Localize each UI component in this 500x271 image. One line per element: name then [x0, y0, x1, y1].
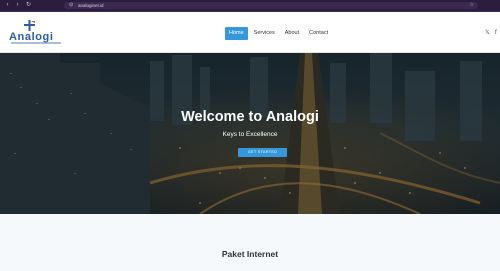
nav-item-services[interactable]: Services — [250, 27, 279, 40]
logo-underline — [11, 42, 61, 44]
hero-section: Welcome to Analogi Keys to Excellence GE… — [0, 53, 500, 214]
facebook-icon[interactable]: f — [495, 28, 497, 38]
reload-icon[interactable]: ↻ — [25, 2, 32, 9]
nav-item-home[interactable]: Home — [225, 27, 248, 40]
address-bar[interactable]: ⊙ analoginet.id ☆ — [64, 2, 478, 9]
nav-item-contact[interactable]: Contact — [305, 27, 332, 40]
nav-item-about[interactable]: About — [281, 27, 303, 40]
site-header: Analogi Home Services About Contact 𝕏 f — [0, 12, 500, 53]
internet-packages-section: Paket Internet — [0, 214, 500, 271]
hero-title: Welcome to Analogi — [181, 109, 319, 125]
lock-icon: ⊙ — [69, 2, 74, 8]
star-icon[interactable]: ☆ — [470, 2, 474, 9]
back-icon[interactable]: ‹ — [4, 2, 11, 9]
x-twitter-icon[interactable]: 𝕏 — [485, 28, 490, 38]
hero-subtitle: Keys to Excellence — [222, 131, 278, 138]
address-url: analoginet.id — [78, 3, 104, 8]
forward-icon[interactable]: › — [14, 2, 21, 9]
section-heading: Paket Internet — [221, 249, 279, 259]
browser-toolbar: ‹ › ↻ ⊙ analoginet.id ☆ — [0, 0, 500, 12]
get-started-button[interactable]: GET STARTED — [238, 148, 287, 157]
main-nav: Home Services About Contact — [225, 27, 332, 40]
brand-logo[interactable]: Analogi — [9, 20, 61, 46]
